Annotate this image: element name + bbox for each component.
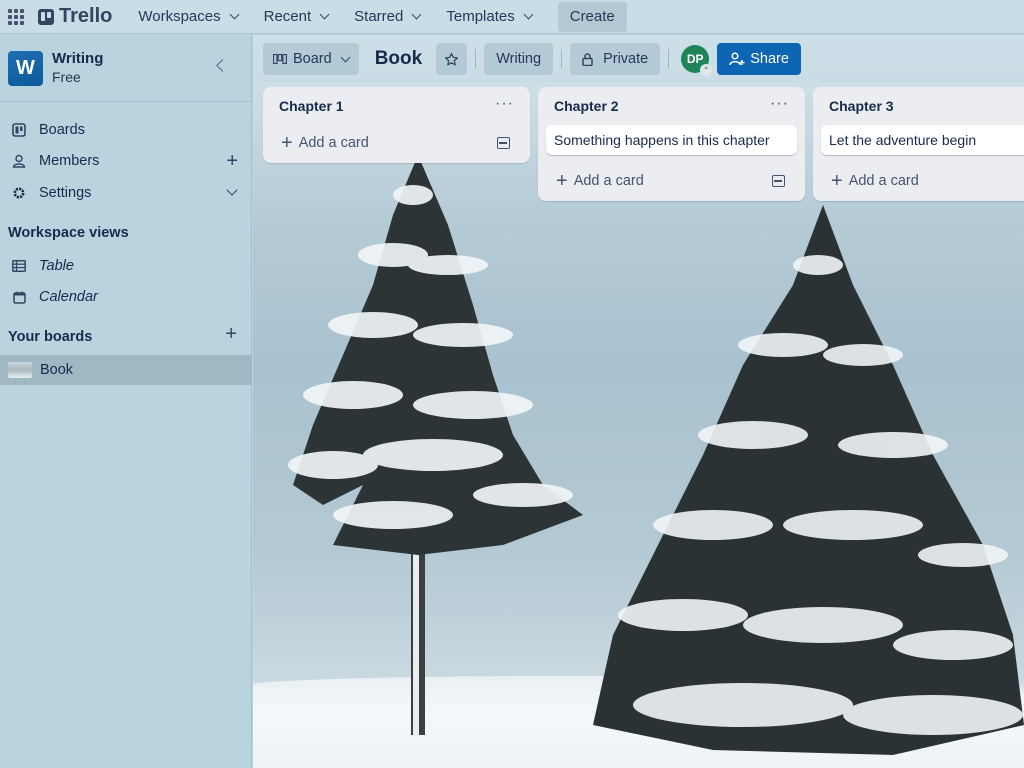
- list-title[interactable]: Chapter 3: [829, 98, 894, 114]
- chevron-down-icon[interactable]: [226, 184, 238, 196]
- sidebar-item-label: Boards: [39, 122, 85, 138]
- sidebar-item-boards[interactable]: Boards: [0, 115, 252, 145]
- trello-logo[interactable]: Trello: [38, 5, 112, 28]
- add-member-icon[interactable]: +: [226, 150, 238, 173]
- person-icon: [12, 154, 26, 168]
- sidebar-item-label: Calendar: [39, 289, 98, 305]
- sidebar-item-table[interactable]: Table: [0, 251, 252, 281]
- list-chapter-1: Chapter 1 ··· + Add a card: [263, 87, 530, 163]
- list-menu-icon[interactable]: ···: [770, 95, 789, 113]
- gear-icon: [12, 186, 26, 200]
- admin-badge-icon: ⌃: [700, 64, 713, 76]
- board-canvas: Board Book Writing Private DP ⌃ Share Ch…: [253, 35, 1024, 768]
- add-card-button[interactable]: + Add a card: [556, 170, 644, 192]
- sidebar-item-members[interactable]: Members +: [0, 146, 252, 176]
- add-card-button[interactable]: + Add a card: [281, 132, 369, 154]
- snowy-tree-left: [288, 155, 583, 735]
- chevron-down-icon: [523, 9, 534, 20]
- sidebar-item-calendar[interactable]: Calendar: [0, 282, 252, 312]
- board-icon: [12, 123, 26, 137]
- visibility-button[interactable]: Private: [570, 43, 661, 75]
- nav-templates[interactable]: Templates: [436, 2, 541, 32]
- board-thumbnail: [8, 362, 32, 378]
- visibility-label: Private: [603, 51, 649, 67]
- nav-starred[interactable]: Starred: [344, 2, 430, 32]
- list-chapter-3: Chapter 3 Let the adventure begin + Add a…: [813, 87, 1024, 201]
- board-title[interactable]: Book: [375, 48, 423, 70]
- sidebar-item-settings[interactable]: Settings: [0, 178, 252, 208]
- workspace-plan: Free: [52, 69, 81, 85]
- list-header[interactable]: Chapter 3: [821, 87, 1024, 125]
- board-header: Board Book Writing Private DP ⌃ Share: [253, 35, 1024, 83]
- chevron-down-icon: [229, 9, 240, 20]
- card[interactable]: Something happens in this chapter: [546, 125, 797, 155]
- plus-icon: +: [281, 132, 293, 154]
- workspace-views-heading: Workspace views: [8, 225, 129, 241]
- add-card-row: + Add a card: [821, 163, 1024, 199]
- sidebar-item-label: Settings: [39, 185, 92, 201]
- divider: [475, 49, 477, 69]
- list-header[interactable]: Chapter 2 ···: [546, 87, 797, 125]
- board-view-switcher[interactable]: Board: [263, 43, 359, 75]
- add-person-icon: [729, 52, 745, 66]
- list-menu-icon[interactable]: ···: [495, 95, 514, 113]
- card[interactable]: Let the adventure begin: [821, 125, 1024, 155]
- workspace-avatar: W: [8, 50, 43, 86]
- table-icon: [12, 259, 26, 273]
- card-template-icon[interactable]: [497, 137, 510, 149]
- nav-starred-label: Starred: [354, 8, 404, 25]
- collapse-sidebar-icon[interactable]: [216, 59, 229, 72]
- add-board-icon[interactable]: +: [225, 323, 237, 346]
- workspace-button[interactable]: Writing: [484, 43, 554, 75]
- create-button[interactable]: Create: [557, 1, 627, 32]
- calendar-icon: [12, 290, 26, 304]
- nav-recent-label: Recent: [263, 8, 312, 25]
- add-card-button[interactable]: + Add a card: [831, 170, 919, 192]
- trello-logo-icon: [38, 8, 54, 25]
- nav-templates-label: Templates: [446, 8, 515, 25]
- workspace-name: Writing: [52, 50, 104, 67]
- workspace-header: W Writing Free: [0, 35, 251, 102]
- sidebar-board-book[interactable]: Book: [0, 355, 252, 385]
- member-avatar[interactable]: DP ⌃: [681, 45, 713, 76]
- divider: [561, 49, 563, 69]
- nav-workspaces[interactable]: Workspaces: [128, 2, 247, 32]
- nav-workspaces-label: Workspaces: [138, 8, 221, 25]
- board-view-icon: [273, 54, 287, 64]
- sidebar-item-label: Table: [39, 258, 74, 274]
- lock-icon: [582, 52, 593, 66]
- share-label: Share: [750, 51, 789, 67]
- list-header[interactable]: Chapter 1 ···: [271, 87, 522, 125]
- list-chapter-2: Chapter 2 ··· Something happens in this …: [538, 87, 805, 201]
- share-button[interactable]: Share: [717, 43, 801, 75]
- member-initials: DP: [686, 52, 704, 66]
- snowy-tree-right: [593, 205, 1024, 755]
- add-card-label: Add a card: [848, 173, 919, 189]
- plus-icon: +: [556, 170, 568, 192]
- divider: [668, 49, 670, 69]
- add-card-label: Add a card: [573, 173, 644, 189]
- sidebar-board-label: Book: [40, 362, 74, 378]
- nav-recent[interactable]: Recent: [254, 2, 339, 32]
- star-board-button[interactable]: [436, 43, 468, 75]
- plus-icon: +: [831, 170, 843, 192]
- add-card-row: + Add a card: [546, 163, 797, 199]
- chevron-down-icon: [340, 52, 351, 62]
- card-template-icon[interactable]: [772, 175, 785, 187]
- list-title[interactable]: Chapter 2: [554, 98, 619, 114]
- chevron-down-icon: [319, 9, 330, 20]
- list-title[interactable]: Chapter 1: [279, 98, 344, 114]
- add-card-label: Add a card: [298, 135, 369, 151]
- your-boards-heading: Your boards: [8, 329, 93, 345]
- sidebar-item-label: Members: [39, 153, 100, 169]
- star-icon: [445, 52, 459, 65]
- chevron-down-icon: [411, 9, 422, 20]
- sidebar: W Writing Free Boards Members + Settings…: [0, 35, 252, 768]
- app-switcher-icon[interactable]: [8, 8, 24, 25]
- logo-text: Trello: [59, 5, 113, 27]
- add-card-row: + Add a card: [271, 125, 522, 161]
- board-view-label: Board: [293, 51, 332, 67]
- top-navigation: Trello Workspaces Recent Starred Templat…: [0, 0, 1024, 34]
